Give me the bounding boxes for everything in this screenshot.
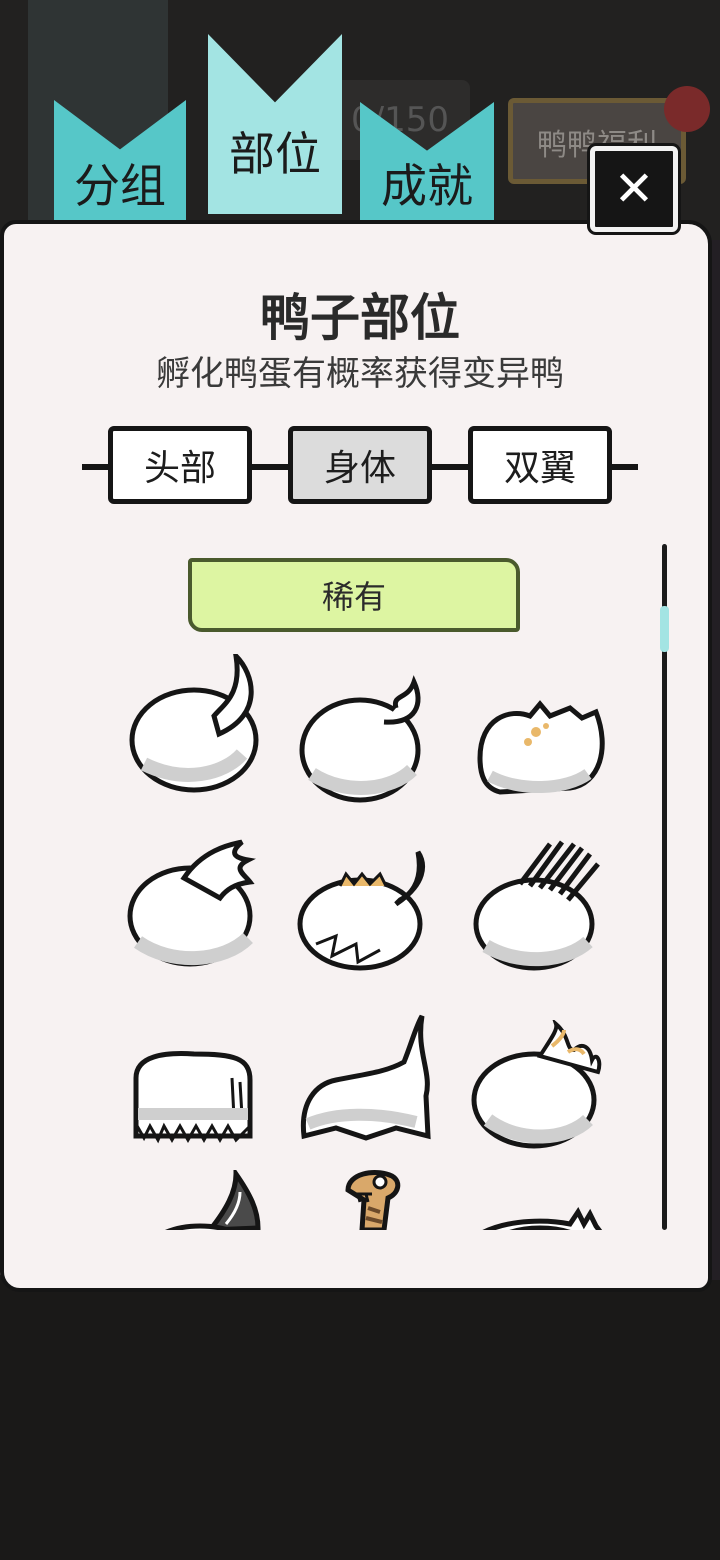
close-button[interactable]: ✕ — [590, 146, 678, 232]
rarity-banner: 稀有 — [188, 558, 520, 632]
tab-group-label: 分组 — [74, 159, 166, 213]
segment-head[interactable]: 头部 — [108, 426, 252, 504]
body-winged-icon[interactable] — [124, 838, 274, 988]
segment-wings[interactable]: 双翼 — [468, 426, 612, 504]
body-ghost-icon[interactable] — [296, 1012, 446, 1162]
close-icon: ✕ — [613, 161, 655, 217]
body-snake-icon[interactable] — [318, 1160, 468, 1230]
notification-dot — [664, 86, 710, 132]
body-flame-tail-icon[interactable] — [296, 664, 446, 814]
page-subtitle: 孵化鸭蛋有概率获得变异鸭 — [156, 354, 564, 394]
body-dark-horn-icon[interactable] — [140, 1170, 290, 1230]
parts-grid — [100, 648, 640, 1230]
tab-parts-label: 部位 — [229, 127, 321, 181]
segment-body[interactable]: 身体 — [288, 426, 432, 504]
body-quill-icon[interactable] — [470, 834, 620, 984]
page-title: 鸭子部位 — [260, 289, 460, 347]
body-spotted-icon[interactable] — [470, 688, 620, 838]
body-spiked-icon[interactable] — [296, 844, 446, 994]
body-fur-icon[interactable] — [124, 1028, 274, 1178]
tab-achievement-label: 成就 — [381, 159, 473, 213]
body-fire-icon[interactable] — [470, 1020, 620, 1170]
body-spike-back-icon[interactable] — [470, 1194, 620, 1230]
scrollbar-thumb[interactable] — [660, 606, 669, 652]
body-tail-curl-icon[interactable] — [124, 654, 274, 804]
